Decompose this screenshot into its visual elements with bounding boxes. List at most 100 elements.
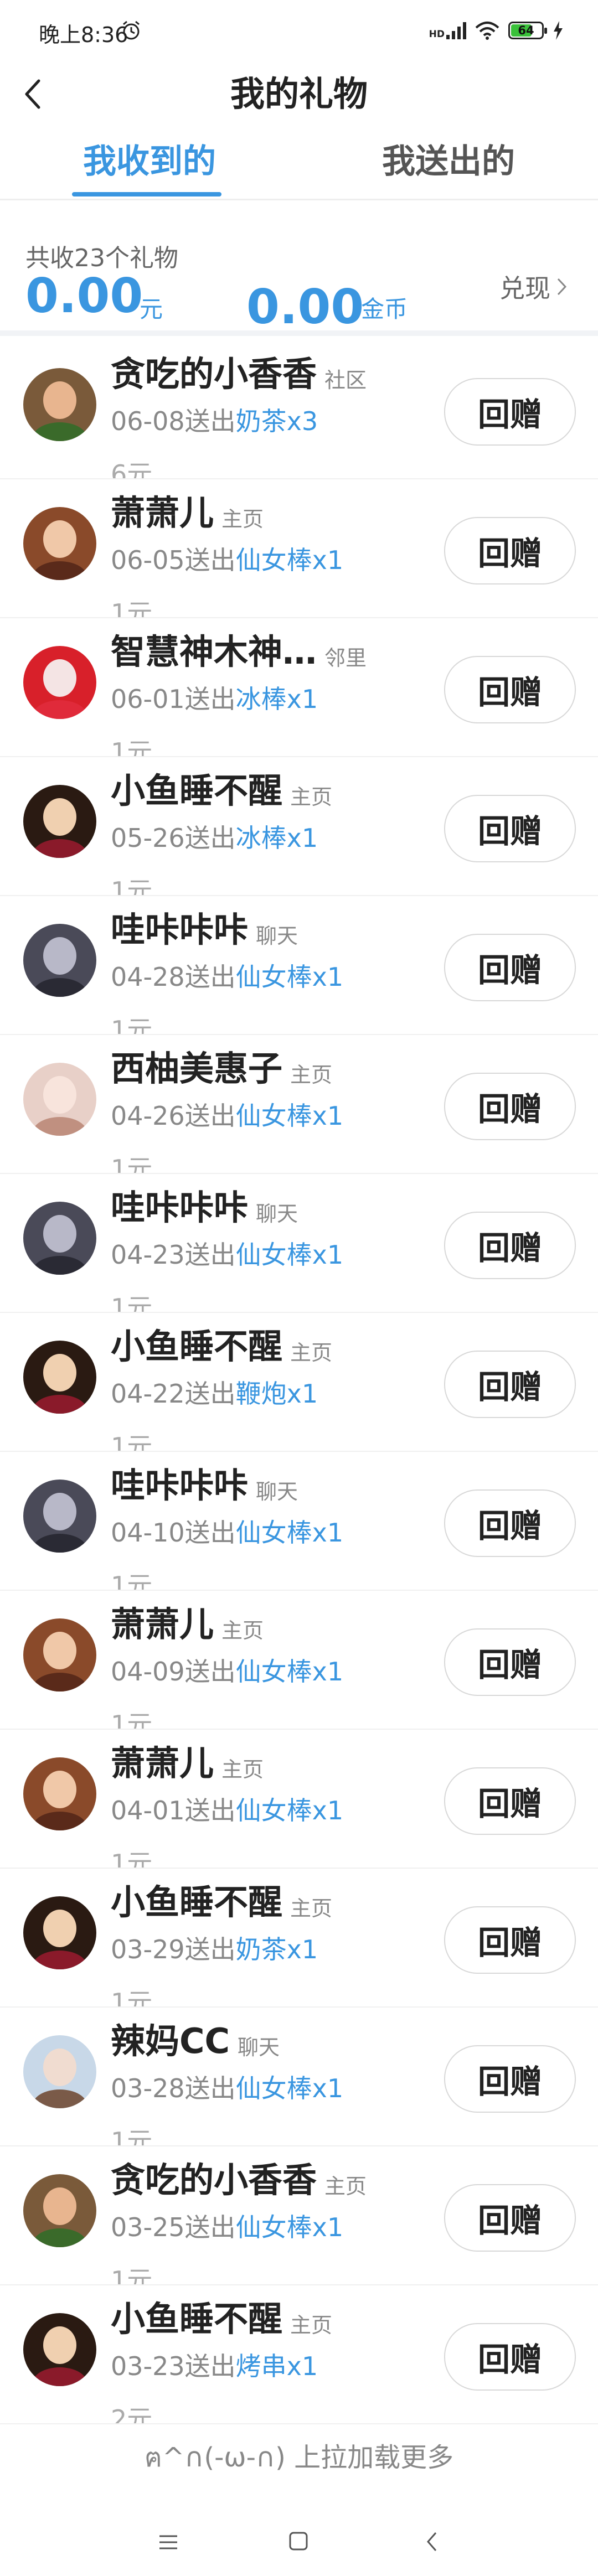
- source-tag: 聊天: [256, 1202, 298, 1226]
- avatar[interactable]: [23, 1757, 96, 1830]
- sender-line: 小鱼睡不醒 主页: [111, 1313, 332, 1368]
- avatar[interactable]: [23, 924, 96, 997]
- source-tag: 主页: [290, 1063, 333, 1087]
- sender-name[interactable]: 智慧神木神…: [111, 624, 317, 674]
- sent-date: 05-26送出: [111, 823, 236, 853]
- sender-line: 贪吃的小香香 主页: [111, 2146, 367, 2202]
- sender-name[interactable]: 小鱼睡不醒: [111, 1874, 282, 1924]
- reply-gift-button[interactable]: 回赠: [444, 1212, 576, 1279]
- gift-quantity: x1: [312, 1657, 344, 1687]
- reply-gift-button[interactable]: 回赠: [444, 2323, 576, 2391]
- menu-icon[interactable]: [157, 2534, 179, 2551]
- home-icon[interactable]: [288, 2531, 309, 2552]
- gift-row: 哇咔咔咔 聊天 04-28送出仙女棒x1 1元 回赠: [0, 896, 598, 1035]
- reply-gift-button[interactable]: 回赠: [444, 1073, 576, 1140]
- avatar[interactable]: [23, 785, 96, 858]
- reply-gift-button[interactable]: 回赠: [444, 1767, 576, 1835]
- gift-detail: 04-09送出仙女棒x1: [111, 1652, 343, 1688]
- avatar[interactable]: [23, 1618, 96, 1692]
- battery-icon: 64: [508, 22, 547, 39]
- sender-line: 西柚美惠子 主页: [111, 1035, 332, 1090]
- reply-gift-button[interactable]: 回赠: [444, 795, 576, 862]
- gift-row: 贪吃的小香香 社区 06-08送出奶茶x3 6元 回赠: [0, 340, 598, 479]
- sender-name[interactable]: 西柚美惠子: [111, 1041, 282, 1090]
- gift-row: 萧萧儿 主页 04-09送出仙女棒x1 1元 回赠: [0, 1591, 598, 1730]
- status-time: 晚上8:36: [39, 23, 128, 47]
- chevron-right-icon: [557, 278, 567, 296]
- sender-name[interactable]: 辣妈CC: [111, 2013, 230, 2063]
- tab-received[interactable]: 我收到的: [0, 128, 299, 200]
- redeem-label: 兑现: [499, 273, 550, 303]
- gift-name: 烤串: [235, 2351, 287, 2381]
- reply-gift-button[interactable]: 回赠: [444, 1628, 576, 1696]
- sender-name[interactable]: 萧萧儿: [111, 1596, 214, 1646]
- gift-name: 奶茶: [235, 1934, 287, 1964]
- sender-name[interactable]: 贪吃的小香香: [111, 2152, 317, 2202]
- reply-gift-button[interactable]: 回赠: [444, 517, 576, 584]
- source-tag: 主页: [221, 1618, 264, 1643]
- avatar[interactable]: [23, 2174, 96, 2247]
- gift-name: 奶茶: [235, 406, 287, 436]
- source-tag: 主页: [290, 1341, 333, 1365]
- reply-gift-button[interactable]: 回赠: [444, 656, 576, 723]
- sender-line: 小鱼睡不醒 主页: [111, 2285, 332, 2341]
- gift-row: 萧萧儿 主页 04-01送出仙女棒x1 1元 回赠: [0, 1730, 598, 1869]
- reply-gift-button[interactable]: 回赠: [444, 1906, 576, 1974]
- sender-name[interactable]: 哇咔咔咔: [111, 1180, 248, 1229]
- gift-value: 6元: [111, 459, 153, 479]
- sender-line: 萧萧儿 主页: [111, 1730, 264, 1785]
- avatar[interactable]: [23, 1480, 96, 1553]
- gift-row: 贪吃的小香香 主页 03-25送出仙女棒x1 1元 回赠: [0, 2146, 598, 2285]
- gift-row: 小鱼睡不醒 主页 04-22送出鞭炮x1 1元 回赠: [0, 1313, 598, 1452]
- sender-name[interactable]: 小鱼睡不醒: [111, 763, 282, 813]
- sender-name[interactable]: 贪吃的小香香: [111, 346, 317, 396]
- gift-row: 小鱼睡不醒 主页 03-29送出奶茶x1 1元 回赠: [0, 1869, 598, 2008]
- nav-back-icon[interactable]: [424, 2530, 440, 2554]
- title-bar: 我的礼物: [0, 61, 598, 127]
- avatar[interactable]: [23, 368, 96, 441]
- sender-name[interactable]: 小鱼睡不醒: [111, 1318, 282, 1368]
- gift-quantity: x1: [312, 2212, 344, 2242]
- sender-name[interactable]: 萧萧儿: [111, 485, 214, 535]
- source-tag: 主页: [290, 1896, 333, 1921]
- gift-name: 鞭炮: [235, 1379, 287, 1409]
- avatar[interactable]: [23, 1063, 96, 1136]
- avatar[interactable]: [23, 507, 96, 580]
- gift-name: 仙女棒: [235, 2212, 312, 2242]
- sender-name[interactable]: 萧萧儿: [111, 1735, 214, 1785]
- sender-name[interactable]: 哇咔咔咔: [111, 1457, 248, 1507]
- reply-gift-button[interactable]: 回赠: [444, 378, 576, 446]
- source-tag: 聊天: [238, 2035, 280, 2060]
- reply-gift-button[interactable]: 回赠: [444, 2184, 576, 2252]
- sender-line: 哇咔咔咔 聊天: [111, 1174, 298, 1229]
- reply-gift-button[interactable]: 回赠: [444, 934, 576, 1001]
- signal-bars-icon: [446, 22, 466, 39]
- sender-name[interactable]: 哇咔咔咔: [111, 902, 248, 951]
- avatar[interactable]: [23, 1896, 96, 1969]
- gift-value: 1元: [111, 598, 153, 618]
- avatar[interactable]: [23, 1341, 96, 1414]
- reply-gift-button[interactable]: 回赠: [444, 1351, 576, 1418]
- gift-detail: 04-28送出仙女棒x1: [111, 957, 343, 994]
- network-label: HD: [429, 29, 445, 40]
- reply-gift-button[interactable]: 回赠: [444, 2045, 576, 2113]
- gift-detail: 04-26送出仙女棒x1: [111, 1096, 343, 1132]
- sent-date: 03-23送出: [111, 2351, 236, 2381]
- sender-name[interactable]: 小鱼睡不醒: [111, 2291, 282, 2341]
- gift-quantity: x1: [286, 2351, 318, 2381]
- tab-sent[interactable]: 我送出的: [299, 128, 598, 200]
- avatar[interactable]: [23, 1202, 96, 1275]
- gift-row: 辣妈CC 聊天 03-28送出仙女棒x1 1元 回赠: [0, 2008, 598, 2146]
- avatar[interactable]: [23, 2035, 96, 2108]
- redeem-link[interactable]: 兑现: [499, 268, 568, 305]
- gift-name: 仙女棒: [235, 1518, 312, 1548]
- gift-name: 冰棒: [235, 684, 287, 714]
- gift-name: 仙女棒: [235, 2073, 312, 2103]
- gift-value: 1元: [111, 2265, 153, 2285]
- avatar[interactable]: [23, 2313, 96, 2386]
- tab-bar: 我收到的 我送出的: [0, 128, 598, 200]
- avatar[interactable]: [23, 646, 96, 719]
- reply-gift-button[interactable]: 回赠: [444, 1489, 576, 1557]
- gift-value: 1元: [111, 1154, 153, 1174]
- gift-name: 仙女棒: [235, 1796, 312, 1825]
